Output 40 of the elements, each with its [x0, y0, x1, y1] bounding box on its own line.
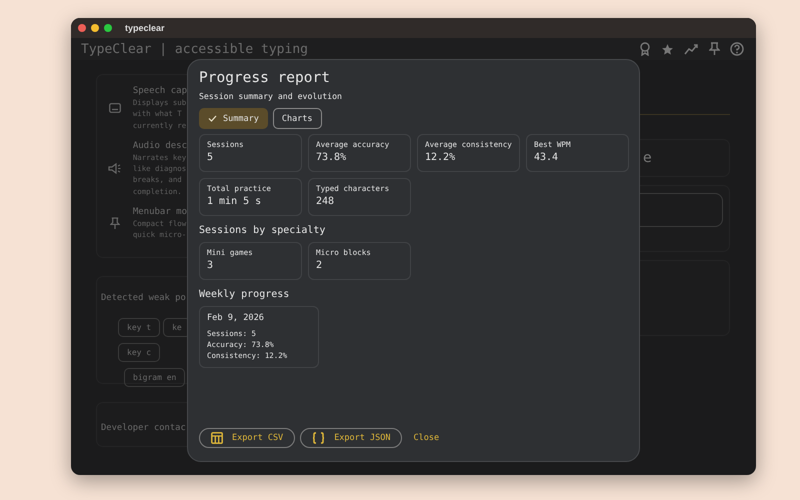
captions-icon — [108, 102, 121, 113]
section-title: Developer contac — [101, 422, 186, 433]
check-icon — [208, 115, 217, 122]
award-icon[interactable] — [639, 42, 651, 56]
stat-value: 2 — [316, 260, 322, 271]
trend-icon[interactable] — [684, 43, 699, 55]
card-text: e — [643, 150, 652, 166]
stat-value: 43.4 — [534, 152, 558, 163]
feature-title: Audio desc — [132, 140, 187, 152]
pin-icon[interactable] — [709, 42, 720, 56]
tab[interactable]: Charts — [272, 108, 322, 129]
section-heading: Sessions by specialty — [199, 225, 326, 236]
app-title: TypeClear | accessible typing — [81, 42, 308, 56]
section-title: Detected weak po — [101, 292, 186, 303]
stat-value: 5 — [207, 152, 214, 163]
close-window-button[interactable] — [78, 24, 86, 32]
stat-value: 3 — [207, 260, 214, 271]
table-icon — [211, 432, 223, 444]
stat-value: 12.2% — [425, 152, 456, 163]
section-heading: Weekly progress — [199, 289, 290, 300]
braces-icon — [312, 432, 326, 444]
week-date: Feb 9, 2026 — [207, 313, 264, 323]
export-json-button[interactable]: Export JSON — [300, 428, 402, 448]
stat-value: 73.8% — [316, 152, 346, 163]
pin-icon — [110, 216, 120, 230]
tab[interactable]: Summary — [199, 108, 268, 129]
zoom-window-button[interactable] — [104, 24, 112, 32]
export-csv-button[interactable]: Export CSV — [199, 428, 296, 448]
dialog-title: Progress report — [199, 70, 330, 86]
star-icon[interactable] — [661, 42, 674, 56]
megaphone-icon — [108, 162, 122, 174]
help-icon[interactable] — [730, 42, 744, 56]
minimize-window-button[interactable] — [91, 24, 99, 32]
stat-value: 248 — [316, 196, 334, 207]
stat-value: 1 min 5 s — [207, 196, 262, 207]
feature-title: Menubar mo — [132, 206, 187, 218]
dialog-subtitle: Session summary and evolution — [199, 91, 342, 101]
window-title: typeclear — [125, 23, 165, 33]
close-button[interactable]: Close — [407, 430, 446, 446]
feature-title: Speech cap — [132, 85, 187, 97]
